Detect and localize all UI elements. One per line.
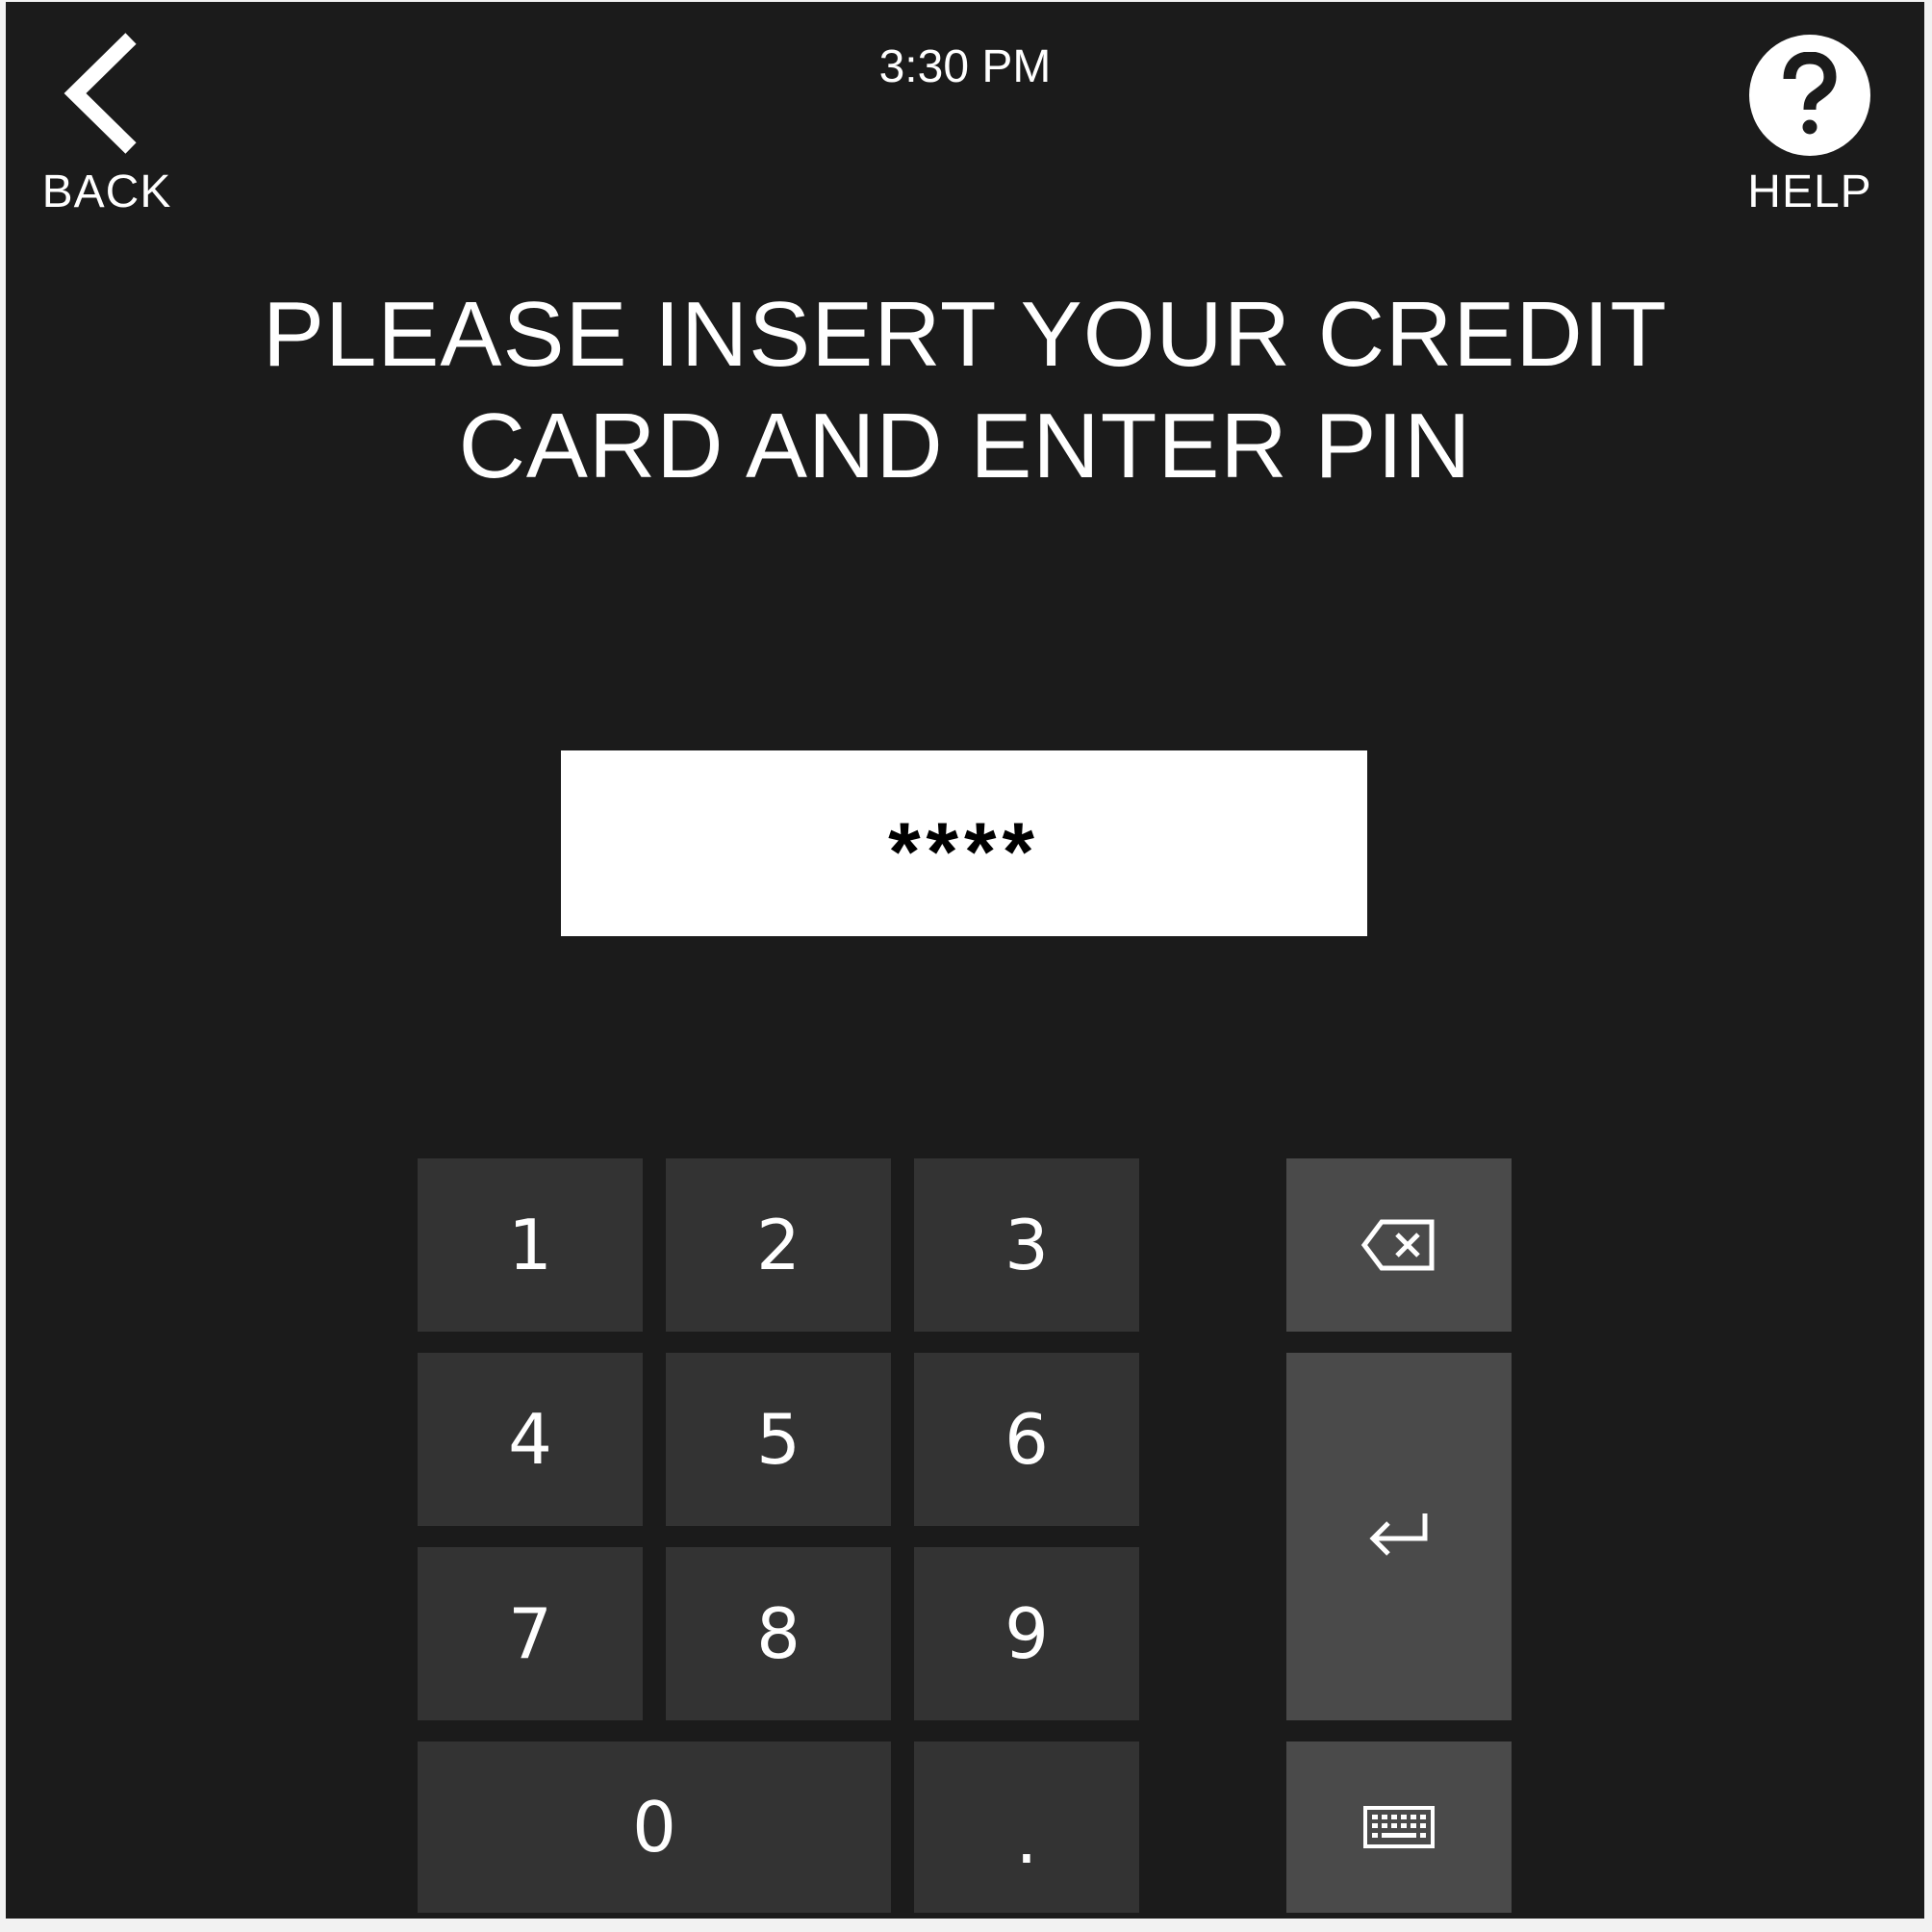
key-2[interactable]: 2 — [666, 1158, 891, 1332]
instruction-line-2: CARD AND ENTER PIN — [458, 394, 1472, 497]
enter-icon — [1369, 1513, 1428, 1556]
key-7[interactable]: 7 — [418, 1547, 643, 1720]
pin-input[interactable]: **** — [561, 750, 1367, 936]
instruction-text: PLEASE INSERT YOUR CREDIT CARD AND ENTER… — [198, 279, 1732, 502]
keyboard-button[interactable] — [1286, 1741, 1512, 1913]
key-5[interactable]: 5 — [666, 1353, 891, 1526]
backspace-icon — [1360, 1219, 1435, 1271]
keyboard-icon — [1363, 1806, 1435, 1848]
clock: 3:30 PM — [878, 41, 1052, 92]
key-9[interactable]: 9 — [914, 1547, 1139, 1720]
help-label: HELP — [1747, 166, 1872, 217]
enter-button[interactable] — [1286, 1353, 1512, 1720]
kiosk-screen: BACK 3:30 PM HELP PLEASE INSERT YOUR CRE… — [6, 2, 1924, 1919]
help-button[interactable]: HELP — [1738, 35, 1882, 216]
key-4[interactable]: 4 — [418, 1353, 643, 1526]
instruction-line-1: PLEASE INSERT YOUR CREDIT — [262, 283, 1668, 386]
key-3[interactable]: 3 — [914, 1158, 1139, 1332]
key-0[interactable]: 0 — [418, 1741, 891, 1913]
key-1[interactable]: 1 — [418, 1158, 643, 1332]
key-8[interactable]: 8 — [666, 1547, 891, 1720]
back-label: BACK — [41, 166, 172, 217]
backspace-button[interactable] — [1286, 1158, 1512, 1332]
help-icon — [1749, 35, 1870, 156]
key-decimal[interactable]: . — [914, 1741, 1139, 1913]
key-6[interactable]: 6 — [914, 1353, 1139, 1526]
